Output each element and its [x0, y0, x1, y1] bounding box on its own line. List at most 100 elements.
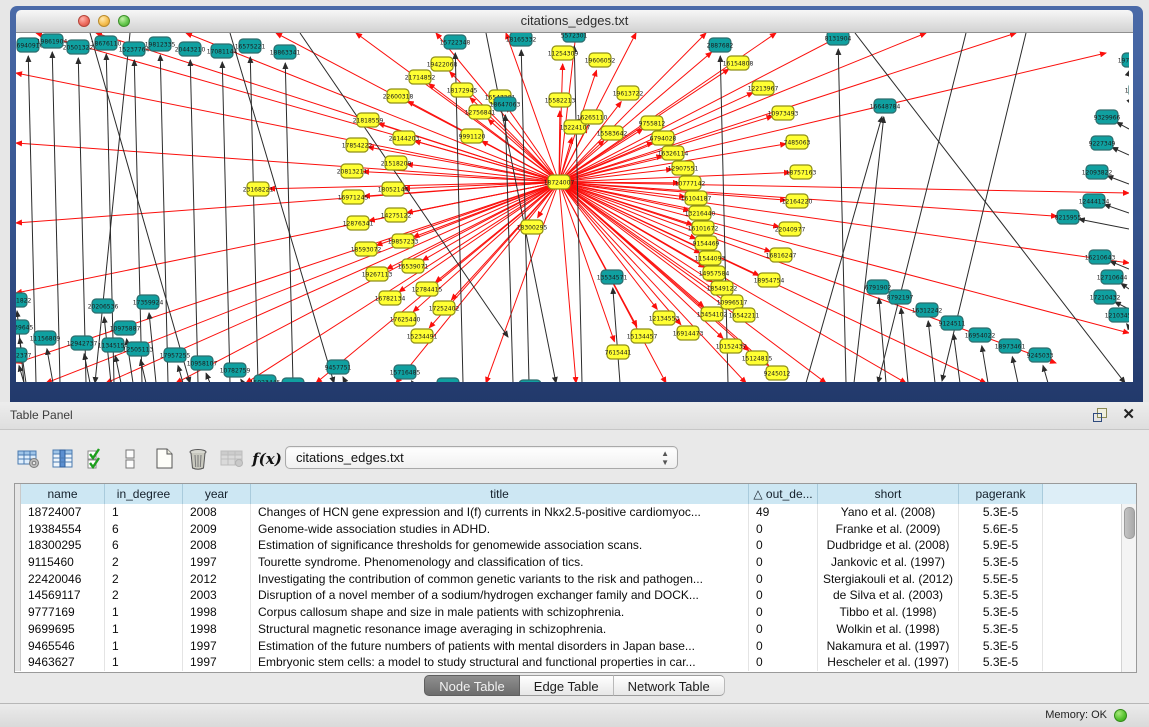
graph-svg[interactable]: 1872400721818559178542222081321116971245… — [16, 33, 1129, 382]
graph-node[interactable]: 12876341 — [343, 216, 374, 230]
graph-edge[interactable] — [574, 46, 582, 382]
unselect-all-icon[interactable] — [116, 445, 146, 473]
graph-edge[interactable] — [1117, 122, 1129, 129]
graph-node[interactable]: 12093822 — [1082, 165, 1113, 179]
graph-node[interactable]: 8131904 — [825, 33, 852, 45]
graph-node[interactable]: 15722348 — [440, 35, 471, 49]
column-header-title[interactable]: title — [251, 484, 749, 504]
graph-node[interactable]: 23168221 — [243, 182, 274, 196]
graph-node[interactable]: 17625440 — [390, 312, 421, 326]
graph-node[interactable]: 9457751 — [325, 360, 352, 374]
graph-node[interactable]: 14957584 — [699, 266, 730, 280]
graph-node[interactable]: 12033448 — [278, 378, 309, 382]
graph-node[interactable]: 12444134 — [1079, 194, 1110, 208]
graph-edge[interactable] — [206, 373, 210, 382]
table-row[interactable]: 1938455462009Genome-wide association stu… — [15, 521, 1120, 538]
table-row[interactable]: 911546021997Tourette syndrome. Phenomeno… — [15, 554, 1120, 571]
graph-node[interactable]: 16101672 — [688, 221, 719, 235]
graph-node[interactable]: 10973493 — [768, 106, 799, 120]
graph-node[interactable]: 19151822 — [16, 293, 31, 307]
graph-node[interactable]: 2887682 — [707, 38, 734, 52]
graph-edge[interactable] — [343, 377, 346, 382]
graph-node[interactable]: 9245033 — [1027, 348, 1054, 362]
graph-node[interactable]: 13454102 — [697, 307, 728, 321]
graph-node[interactable]: 21714852 — [405, 70, 436, 84]
graph-edge[interactable] — [1079, 219, 1129, 229]
graph-node[interactable]: 18172945 — [447, 83, 478, 97]
graph-node[interactable]: 16924508 — [433, 378, 464, 382]
table-panel-titlebar[interactable]: Table Panel ✕ — [0, 402, 1149, 430]
graph-node[interactable]: 20206536 — [88, 299, 119, 313]
graph-node[interactable]: 15234491 — [407, 329, 438, 343]
graph-node[interactable]: 17081144 — [207, 44, 238, 58]
graph-node[interactable]: 20501322 — [63, 40, 94, 54]
table-row[interactable]: 946554611997Estimation of the future num… — [15, 638, 1120, 655]
graph-node[interactable]: 15124815 — [742, 351, 773, 365]
graph-node[interactable]: 9227349 — [1089, 136, 1116, 150]
graph-node[interactable]: 10782759 — [220, 363, 251, 377]
graph-node[interactable]: 16648784 — [870, 99, 901, 113]
graph-node[interactable]: 17210432 — [1090, 290, 1121, 304]
graph-edge[interactable] — [1127, 324, 1129, 327]
graph-node[interactable]: 20612377 — [16, 348, 31, 362]
graph-edge[interactable] — [613, 288, 620, 382]
graph-node[interactable]: 10996517 — [717, 295, 748, 309]
graph-node[interactable]: 12784415 — [412, 282, 443, 296]
graph-node[interactable]: 9245012 — [764, 366, 791, 380]
graph-edge[interactable] — [1012, 357, 1018, 382]
graph-node[interactable]: 16210643 — [1085, 250, 1116, 264]
table-mode-icon[interactable] — [14, 445, 44, 473]
graph-edge[interactable] — [78, 58, 86, 382]
graph-node[interactable]: 18165332 — [506, 33, 537, 46]
graph-edge[interactable] — [1104, 205, 1129, 213]
graph-node[interactable]: 13981427 — [515, 380, 546, 382]
graph-edge[interactable] — [1112, 147, 1129, 155]
network-window-titlebar[interactable]: citations_edges.txt — [16, 10, 1133, 33]
graph-node[interactable]: 9154469 — [693, 236, 720, 250]
delete-column-icon[interactable] — [184, 445, 214, 473]
show-columns-icon[interactable] — [48, 445, 78, 473]
graph-edge[interactable] — [506, 106, 559, 182]
graph-edge[interactable] — [47, 349, 53, 382]
column-header-year[interactable]: year — [183, 484, 251, 504]
graph-node[interactable]: 12103455 — [1105, 308, 1129, 322]
graph-edge[interactable] — [901, 308, 908, 382]
graph-edge[interactable] — [559, 182, 657, 309]
graph-node[interactable]: 20813211 — [337, 164, 368, 178]
graph-node[interactable]: 21518209 — [381, 156, 412, 170]
graph-edge[interactable] — [1043, 366, 1048, 382]
graph-node[interactable]: 7615441 — [605, 345, 632, 359]
graph-node[interactable]: 12710644 — [1097, 270, 1128, 284]
tab-edge-table[interactable]: Edge Table — [520, 675, 614, 696]
graph-node[interactable]: 19606052 — [585, 53, 616, 67]
tab-network-table[interactable]: Network Table — [614, 675, 725, 696]
graph-edge[interactable] — [1107, 176, 1129, 184]
graph-edge[interactable] — [178, 366, 183, 382]
new-column-icon[interactable] — [150, 445, 180, 473]
vertical-scrollbar[interactable] — [1121, 504, 1136, 672]
graph-node[interactable]: 17854222 — [342, 138, 373, 152]
graph-node[interactable]: 10975887 — [110, 321, 141, 335]
column-header-short[interactable]: short — [818, 484, 959, 504]
graph-node[interactable]: 19812335 — [145, 37, 176, 51]
graph-node[interactable]: 18593072 — [351, 242, 382, 256]
graph-node[interactable]: 12134553 — [649, 311, 680, 325]
graph-node[interactable]: 12164220 — [782, 194, 813, 208]
graph-edge[interactable] — [559, 182, 576, 382]
graph-node[interactable]: 10777142 — [675, 176, 706, 190]
scrollbar-thumb[interactable] — [1124, 507, 1135, 539]
graph-node[interactable]: 16954022 — [965, 328, 996, 342]
table-row[interactable]: 946362711997Embryonic stem cells: a mode… — [15, 654, 1120, 671]
table-row[interactable]: 2242004622012Investigating the contribut… — [15, 571, 1120, 588]
graph-node[interactable]: 12213967 — [748, 81, 779, 95]
graph-node[interactable]: 16265110 — [577, 110, 608, 124]
graph-node[interactable]: 11254309 — [548, 46, 579, 60]
table-select-dropdown[interactable]: citations_edges.txt ▲▼ — [285, 446, 678, 469]
graph-node[interactable]: 18724007 — [544, 175, 575, 189]
graph-edge[interactable] — [16, 182, 559, 363]
float-panel-icon[interactable] — [1093, 408, 1107, 422]
graph-node[interactable]: 16782134 — [375, 291, 406, 305]
graph-node[interactable]: 18757163 — [786, 165, 817, 179]
graph-node[interactable]: 10152437 — [716, 339, 747, 353]
graph-node[interactable]: 6791902 — [865, 280, 892, 294]
